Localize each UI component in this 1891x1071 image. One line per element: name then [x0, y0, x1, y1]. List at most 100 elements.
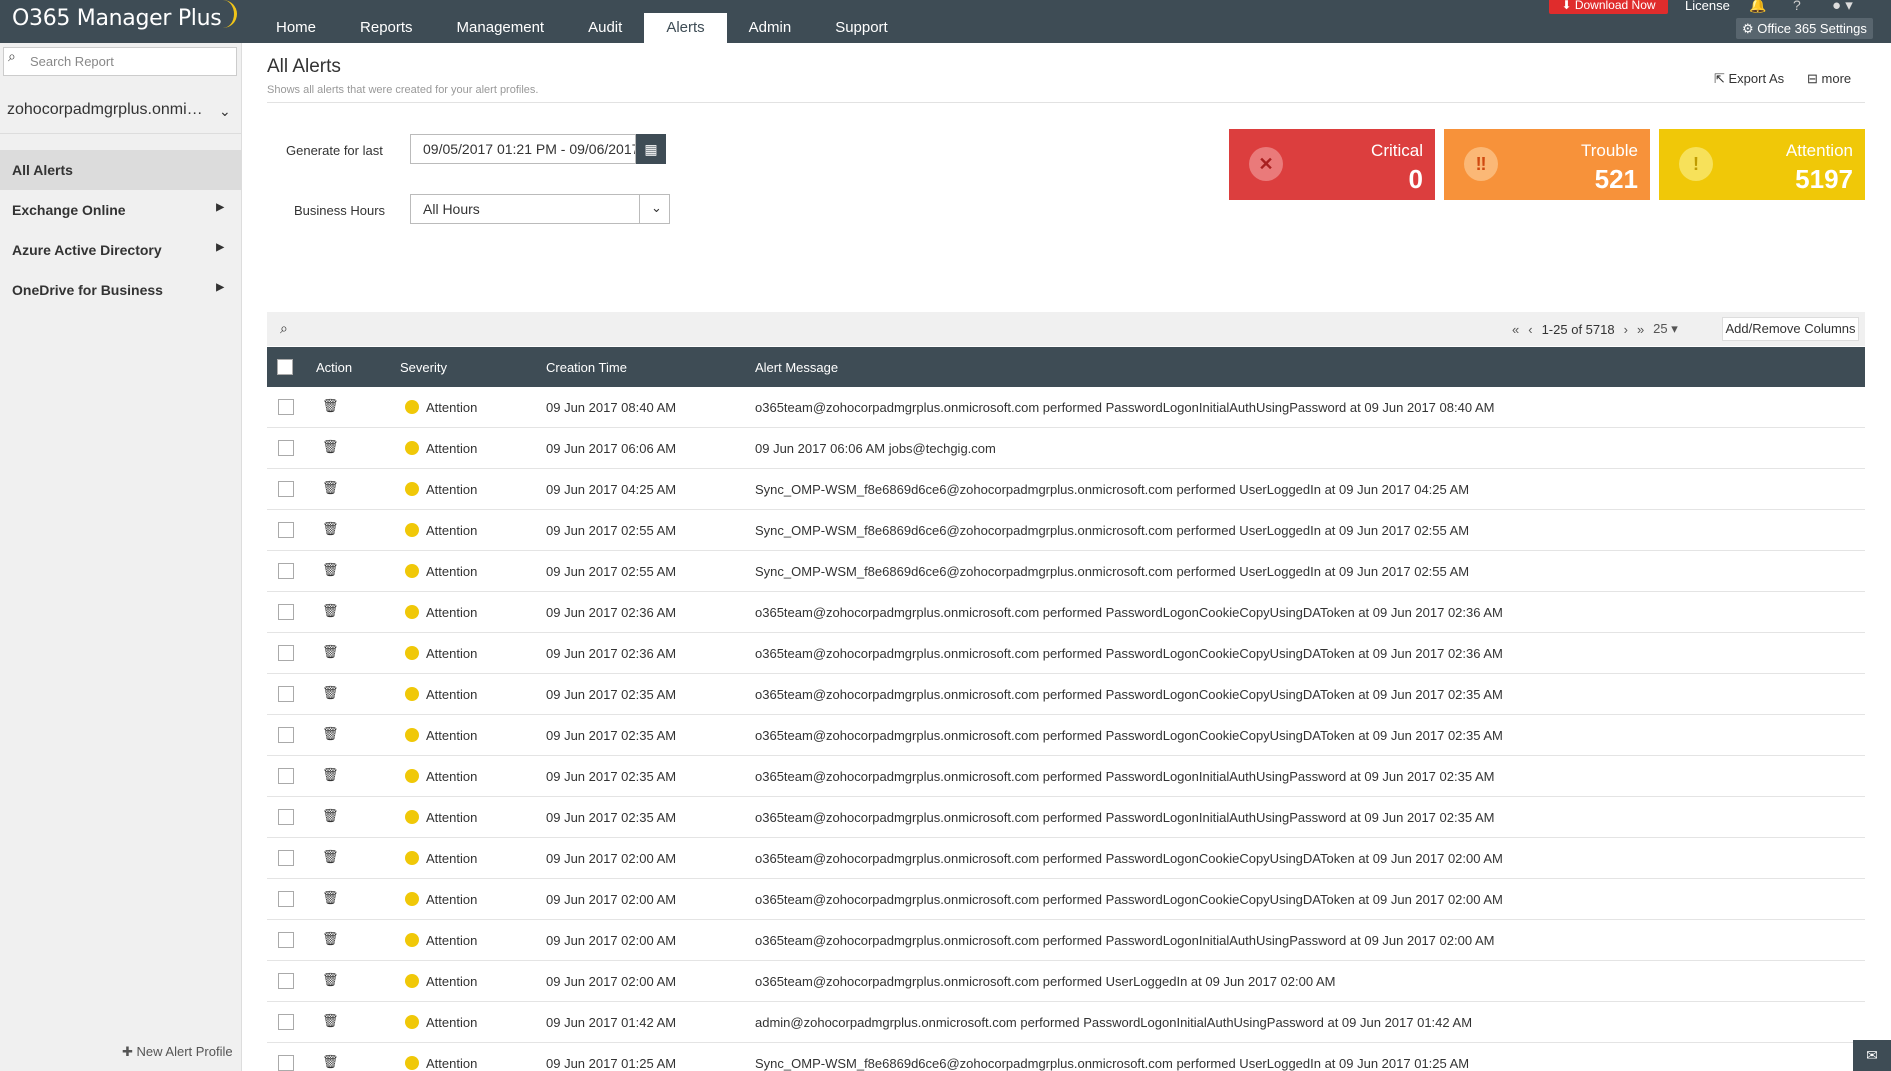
row-checkbox[interactable] [278, 891, 294, 907]
row-checkbox[interactable] [278, 1055, 294, 1071]
chat-icon[interactable]: ✉ [1853, 1040, 1891, 1071]
table-row: 🗑 Attention 09 Jun 2017 04:25 AM Sync_OMP-W… [267, 469, 1865, 510]
trash-icon[interactable]: 🗑 [322, 562, 339, 578]
col-severity[interactable]: Severity [400, 360, 447, 375]
row-time: 09 Jun 2017 02:35 AM [546, 769, 677, 784]
trash-icon[interactable]: 🗑 [322, 603, 339, 619]
sidebar-item-azure-ad[interactable]: Azure Active Directory ▶ [0, 230, 242, 270]
trash-icon[interactable]: 🗑 [322, 685, 339, 701]
sidebar-item-exchange-online[interactable]: Exchange Online ▶ [0, 190, 242, 230]
search-placeholder: Search Report [30, 54, 114, 69]
tab-alerts[interactable]: Alerts [644, 13, 727, 43]
license-link[interactable]: License [1685, 0, 1730, 13]
generate-label: Generate for last [286, 143, 383, 158]
row-time: 09 Jun 2017 02:36 AM [546, 646, 677, 661]
search-report-input[interactable]: Search Report [3, 47, 237, 76]
download-now-button[interactable]: ⬇ Download Now [1549, 0, 1668, 14]
tenant-selector[interactable]: zohocorpadmgrplus.onmicrosoft.com [7, 101, 207, 119]
trouble-card[interactable]: ‼ Trouble 521 [1444, 129, 1650, 200]
calendar-icon[interactable]: ▦ [636, 134, 666, 164]
tab-audit[interactable]: Audit [566, 13, 644, 43]
page-range: 1-25 of 5718 [1541, 321, 1615, 337]
trash-icon[interactable]: 🗑 [322, 767, 339, 783]
help-icon[interactable]: ? [1793, 0, 1801, 13]
trash-icon[interactable]: 🗑 [322, 931, 339, 947]
table-row: 🗑 Attention 09 Jun 2017 06:06 AM 09 Jun 201… [267, 428, 1865, 469]
export-as-button[interactable]: ⇱ Export As [1714, 71, 1784, 87]
table-row: 🗑 Attention 09 Jun 2017 02:35 AM o365team@z… [267, 756, 1865, 797]
trash-icon[interactable]: 🗑 [322, 1054, 339, 1070]
row-checkbox[interactable] [278, 440, 294, 456]
sidebar-divider [0, 133, 242, 134]
sidebar-item-onedrive[interactable]: OneDrive for Business ▶ [0, 270, 242, 310]
chevron-down-icon[interactable]: ⌄ [219, 103, 231, 120]
first-page-icon[interactable]: « [1512, 322, 1519, 337]
row-checkbox[interactable] [278, 727, 294, 743]
row-checkbox[interactable] [278, 481, 294, 497]
col-creation-time[interactable]: Creation Time [546, 360, 627, 375]
select-all-checkbox[interactable] [277, 359, 293, 375]
trash-icon[interactable]: 🗑 [322, 521, 339, 537]
row-checkbox[interactable] [278, 768, 294, 784]
prev-page-icon[interactable]: ‹ [1528, 322, 1532, 337]
row-message: o365team@zohocorpadmgrplus.onmicrosoft.c… [755, 933, 1495, 948]
office365-settings-button[interactable]: ⚙ Office 365 Settings [1736, 18, 1873, 39]
row-checkbox[interactable] [278, 809, 294, 825]
trash-icon[interactable]: 🗑 [322, 849, 339, 865]
tab-admin[interactable]: Admin [727, 13, 814, 43]
severity-dot-icon [405, 769, 419, 783]
trash-icon[interactable]: 🗑 [322, 726, 339, 742]
trash-icon[interactable]: 🗑 [322, 808, 339, 824]
next-page-icon[interactable]: › [1624, 322, 1628, 337]
tab-support[interactable]: Support [813, 13, 910, 43]
attention-count: 5197 [1795, 164, 1853, 194]
last-page-icon[interactable]: » [1637, 322, 1644, 337]
more-button[interactable]: ⊟ more [1807, 71, 1851, 87]
row-checkbox[interactable] [278, 645, 294, 661]
row-checkbox[interactable] [278, 522, 294, 538]
main-nav: Home Reports Management Audit Alerts Adm… [254, 13, 910, 43]
page-title: All Alerts [267, 56, 341, 77]
trash-icon[interactable]: 🗑 [322, 644, 339, 660]
row-message: o365team@zohocorpadmgrplus.onmicrosoft.c… [755, 646, 1503, 661]
attention-card[interactable]: ! Attention 5197 [1659, 129, 1865, 200]
page-size-select[interactable]: 25 ▾ [1653, 321, 1678, 337]
trash-icon[interactable]: 🗑 [322, 972, 339, 988]
row-checkbox[interactable] [278, 932, 294, 948]
row-checkbox[interactable] [278, 1014, 294, 1030]
critical-card[interactable]: ✕ Critical 0 [1229, 129, 1435, 200]
date-range-input[interactable]: 09/05/2017 01:21 PM - 09/06/2017 01:21 P… [410, 134, 636, 164]
row-severity: Attention [426, 646, 478, 661]
new-alert-profile-link[interactable]: ✚ New Alert Profile [122, 1044, 233, 1060]
critical-count: 0 [1408, 164, 1423, 194]
add-remove-columns-button[interactable]: Add/Remove Columns [1722, 317, 1859, 341]
grid-search-icon[interactable]: ⌕ [280, 320, 288, 337]
row-checkbox[interactable] [278, 399, 294, 415]
row-message: o365team@zohocorpadmgrplus.onmicrosoft.c… [755, 605, 1503, 620]
col-action[interactable]: Action [316, 360, 352, 375]
row-checkbox[interactable] [278, 850, 294, 866]
notification-icon[interactable]: 🔔 [1749, 0, 1766, 14]
pagination: « ‹ 1-25 of 5718 › » 25 ▾ [1512, 321, 1678, 337]
business-hours-select[interactable]: All Hours ⌄ [410, 194, 670, 224]
trash-icon[interactable]: 🗑 [322, 480, 339, 496]
tab-home[interactable]: Home [254, 13, 338, 43]
trash-icon[interactable]: 🗑 [322, 439, 339, 455]
row-checkbox[interactable] [278, 973, 294, 989]
trouble-count: 521 [1594, 164, 1638, 194]
row-checkbox[interactable] [278, 686, 294, 702]
row-checkbox[interactable] [278, 563, 294, 579]
trash-icon[interactable]: 🗑 [322, 398, 339, 414]
user-menu-icon[interactable]: ● ▾ [1832, 0, 1853, 14]
tab-management[interactable]: Management [435, 13, 567, 43]
more-label: more [1821, 71, 1852, 86]
row-message: o365team@zohocorpadmgrplus.onmicrosoft.c… [755, 851, 1503, 866]
col-alert-message[interactable]: Alert Message [755, 360, 838, 375]
tab-reports[interactable]: Reports [338, 13, 435, 43]
app-logo[interactable]: O365 Manager Plus [12, 0, 238, 31]
logo-arc-icon [219, 0, 238, 28]
sidebar-item-all-alerts[interactable]: All Alerts [0, 150, 242, 190]
trash-icon[interactable]: 🗑 [322, 1013, 339, 1029]
trash-icon[interactable]: 🗑 [322, 890, 339, 906]
row-checkbox[interactable] [278, 604, 294, 620]
